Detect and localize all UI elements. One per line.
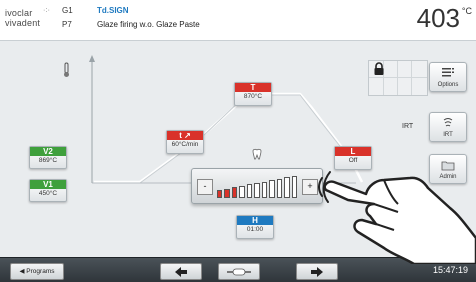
level-bars xyxy=(216,174,298,198)
level-bar xyxy=(246,184,253,198)
irt-waves-icon xyxy=(443,118,453,127)
level-bar xyxy=(217,190,223,198)
next-button[interactable] xyxy=(296,263,338,280)
heating-rate-button[interactable]: t ↗ 60°C/min xyxy=(166,130,204,154)
vacuum-level-popup: - + xyxy=(191,168,323,204)
level-bar xyxy=(239,185,245,198)
slider-icon xyxy=(227,268,251,276)
level-bar xyxy=(269,180,275,198)
clock: 15:47:19 xyxy=(432,265,468,275)
firing-curve xyxy=(89,55,364,184)
irt-button[interactable]: IRT xyxy=(429,112,467,142)
previous-button[interactable] xyxy=(160,263,202,280)
options-icon xyxy=(442,68,454,77)
arrow-left-icon xyxy=(175,267,187,277)
holding-temp-button[interactable]: T 870°C xyxy=(234,82,272,106)
irt-label: IRT xyxy=(402,123,414,130)
lock-icon[interactable] xyxy=(373,62,385,76)
bottom-navigation-bar: ◀ Programs 15:47:19 xyxy=(0,257,476,282)
level-bar xyxy=(261,181,268,198)
furnace-screen: ivoclar vivadent ·:· G1 P7 Td.SIGN Glaze… xyxy=(0,0,476,282)
y-axis-arrow-icon xyxy=(89,55,95,62)
level-bar xyxy=(224,188,230,198)
decrease-button[interactable]: - xyxy=(197,179,213,195)
level-bar xyxy=(291,176,297,198)
holding-time-button[interactable]: H 01:00 xyxy=(236,215,274,239)
options-button[interactable]: Options xyxy=(429,62,467,92)
level-bar xyxy=(284,177,290,198)
folder-icon xyxy=(441,161,455,171)
slider-button[interactable] xyxy=(218,263,260,280)
vacuum-off-temp-button[interactable]: V2 869°C xyxy=(29,146,67,169)
tooth-icon xyxy=(252,148,262,160)
programs-button[interactable]: ◀ Programs xyxy=(10,263,64,280)
thermometer-icon xyxy=(64,62,69,77)
admin-button[interactable]: Admin xyxy=(429,154,467,184)
arrow-right-icon xyxy=(311,267,323,277)
level-bar xyxy=(276,178,283,198)
long-term-cooling-button[interactable]: L Off xyxy=(334,146,372,170)
vacuum-on-temp-button[interactable]: V1 450°C xyxy=(29,179,67,202)
level-bar xyxy=(254,183,260,198)
increase-button[interactable]: + xyxy=(302,179,318,195)
level-bar xyxy=(231,187,238,198)
